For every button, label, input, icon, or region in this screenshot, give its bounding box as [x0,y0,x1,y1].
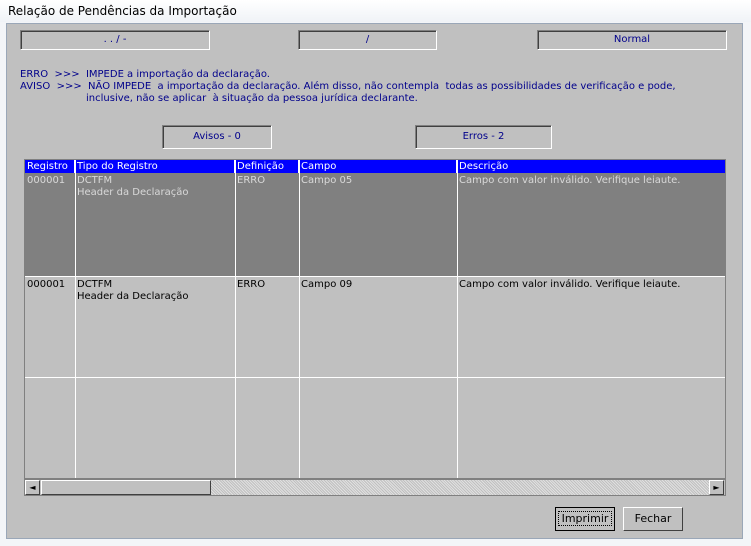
pendencias-table[interactable]: Registro Tipo do Registro Definição Camp… [24,159,726,479]
header-definicao[interactable]: Definição [235,160,299,173]
cell-tipo-desc: Header da Declaração [77,291,189,302]
cnpj-field: . . / - [20,30,210,50]
legend-aviso: AVISO >>> NÃO IMPEDE a importação da dec… [20,81,676,92]
header-campo[interactable]: Campo [299,160,457,173]
cell-descricao: Campo com valor inválido. Verifique leia… [459,279,681,290]
header-tipo-registro[interactable]: Tipo do Registro [75,160,235,173]
legend-erro: ERRO >>> IMPEDE a importação da declaraç… [20,69,270,80]
cell-descricao: Campo com valor inválido. Verifique leia… [459,175,681,186]
legend-aviso-continuation: inclusive, não se aplicar à situação da … [86,93,418,104]
window-title: Relação de Pendências da Importação [8,4,237,18]
fechar-label: Fechar [634,512,672,525]
avisos-counter: Avisos - 0 [162,125,272,149]
scroll-left-icon[interactable]: ◄ [25,480,40,495]
cell-definicao: ERRO [237,279,266,290]
imprimir-label: Imprimir [557,511,613,526]
scroll-track[interactable] [211,480,709,495]
cell-campo: Campo 09 [301,279,353,290]
cell-tipo-desc: Header da Declaração [77,187,189,198]
cell-definicao: ERRO [237,175,266,186]
fechar-button[interactable]: Fechar [623,507,683,531]
header-descricao[interactable]: Descrição [457,160,725,173]
cell-registro: 000001 [27,175,66,186]
imprimir-button[interactable]: Imprimir [555,507,615,531]
title-bar: Relação de Pendências da Importação [0,0,751,22]
periodo-field: / [298,30,437,50]
horizontal-scrollbar[interactable]: ◄ ► [24,479,726,496]
dialog-client-area: . . / - / Normal ERRO >>> IMPEDE a impor… [6,23,743,539]
erros-counter: Erros - 2 [415,125,552,149]
tipo-declaracao-field: Normal [537,30,727,50]
header-registro[interactable]: Registro [25,160,75,173]
cell-campo: Campo 05 [301,175,353,186]
scroll-right-icon[interactable]: ► [709,480,724,495]
cell-registro: 000001 [27,279,66,290]
scroll-thumb[interactable] [41,480,211,495]
